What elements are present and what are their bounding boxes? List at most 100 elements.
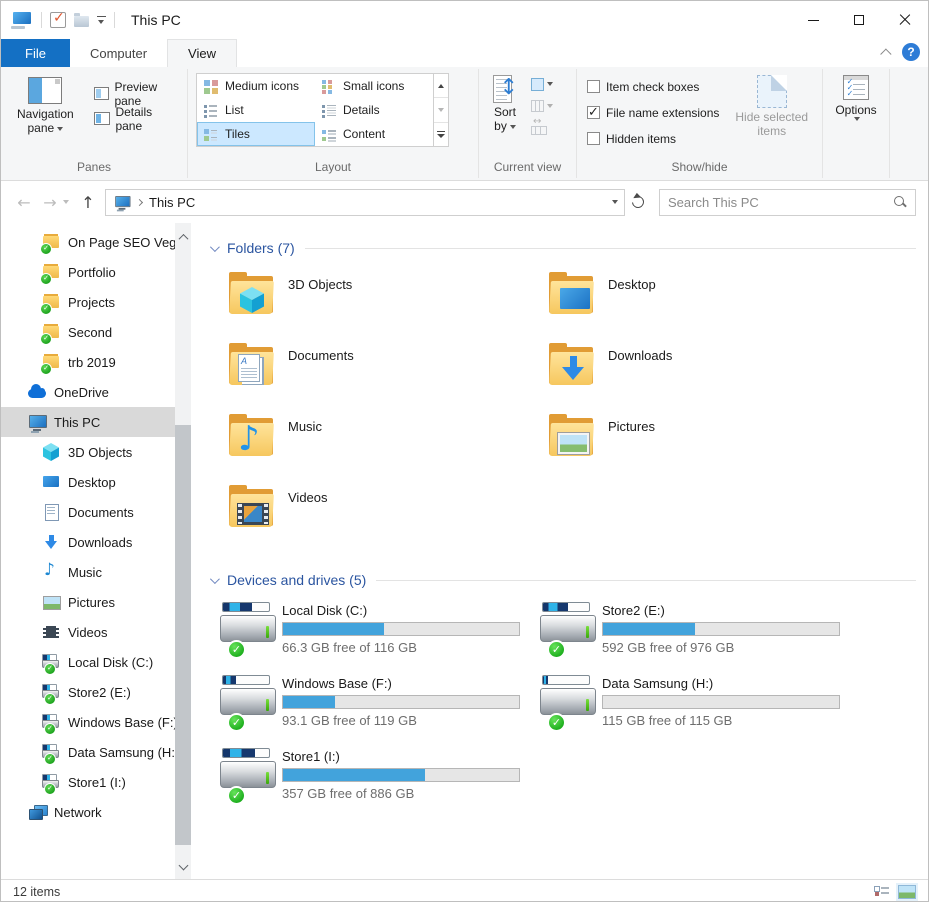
size-columns-button[interactable] — [531, 119, 553, 137]
add-columns-button[interactable] — [531, 97, 553, 115]
address-box[interactable]: This PC — [105, 189, 625, 216]
sidebar-item[interactable]: 3D Objects — [1, 437, 175, 467]
drive-tile[interactable]: Store1 (I:) 357 GB free of 886 GB — [218, 745, 538, 818]
folder-tile[interactable]: Desktop — [548, 271, 868, 342]
sort-by-button[interactable]: ↕ Sort by — [487, 73, 523, 135]
show-hide-checkbox[interactable]: Hidden items — [587, 127, 719, 150]
minimize-button[interactable] — [790, 1, 836, 39]
layout-option[interactable]: Details — [315, 98, 433, 122]
drives-section-header[interactable]: Devices and drives (5) — [210, 569, 920, 591]
breadcrumb-chevron-icon[interactable] — [136, 198, 143, 205]
gallery-more-button[interactable] — [434, 123, 448, 146]
scroll-down-button[interactable] — [175, 859, 191, 875]
details-view-button[interactable] — [874, 885, 890, 899]
cube-glyph-icon — [240, 287, 264, 313]
sidebar-item[interactable]: Second — [1, 317, 175, 347]
drive-tile[interactable]: Data Samsung (H:) 115 GB free of 115 GB — [538, 672, 858, 745]
folder-tile[interactable]: Documents — [228, 342, 548, 413]
gallery-scroll-down[interactable] — [434, 98, 448, 122]
back-button[interactable]: ← — [11, 193, 37, 212]
help-button[interactable]: ? — [902, 43, 920, 61]
section-title[interactable]: Folders (7) — [227, 240, 295, 256]
sidebar-item[interactable]: trb 2019 — [1, 347, 175, 377]
sidebar-item[interactable]: Pictures — [1, 587, 175, 617]
layout-option[interactable]: Tiles — [197, 122, 315, 146]
section-title[interactable]: Devices and drives (5) — [227, 572, 366, 588]
sidebar-item[interactable]: Documents — [1, 497, 175, 527]
sidebar-item[interactable]: Music — [1, 557, 175, 587]
sidebar-item[interactable]: This PC — [1, 407, 175, 437]
close-button[interactable] — [882, 1, 928, 39]
scrollbar-thumb[interactable] — [175, 425, 191, 845]
sidebar-item[interactable]: Portfolio — [1, 257, 175, 287]
contentv-icon — [321, 127, 337, 142]
layout-option[interactable]: Medium icons — [197, 74, 315, 98]
show-hide-checkbox[interactable]: Item check boxes — [587, 75, 719, 98]
folder-tile[interactable]: 3D Objects — [228, 271, 548, 342]
collapse-ribbon-icon[interactable] — [880, 48, 891, 59]
gallery-scroll-up[interactable] — [434, 74, 448, 98]
drive-icon — [538, 672, 600, 734]
chevron-down-icon[interactable] — [210, 574, 220, 584]
folders-section-header[interactable]: Folders (7) — [210, 237, 920, 259]
preview-pane-button[interactable]: Preview pane — [88, 81, 187, 106]
recent-locations-icon[interactable] — [63, 200, 69, 204]
layout-option[interactable]: Content — [315, 122, 433, 146]
sidebar-item[interactable]: Desktop — [1, 467, 175, 497]
options-icon — [843, 75, 869, 100]
maximize-button[interactable] — [836, 1, 882, 39]
sidebar-item[interactable]: Videos — [1, 617, 175, 647]
search-input[interactable] — [668, 195, 893, 210]
window-title: This PC — [131, 12, 181, 28]
sidebar-item[interactable]: Downloads — [1, 527, 175, 557]
new-folder-icon[interactable] — [74, 16, 89, 27]
thumbnail-view-button[interactable] — [898, 885, 916, 899]
checkbox-icon[interactable] — [587, 106, 600, 119]
folder-tile[interactable]: Videos — [228, 484, 548, 555]
folder-tile[interactable]: Music — [228, 413, 548, 484]
layout-option[interactable]: Small icons — [315, 74, 433, 98]
show-hide-checkbox[interactable]: File name extensions — [587, 101, 719, 124]
free-space-text: 115 GB free of 115 GB — [602, 713, 840, 728]
layout-option[interactable]: List — [197, 98, 315, 122]
dropdown-caret-icon — [510, 125, 516, 129]
drive-tile[interactable]: Store2 (E:) 592 GB free of 976 GB — [538, 599, 858, 672]
checkbox-icon[interactable] — [587, 132, 600, 145]
checkbox-icon[interactable] — [587, 80, 600, 93]
chevron-down-icon[interactable] — [210, 242, 220, 252]
sidebar-item[interactable]: Local Disk (C:) — [1, 647, 175, 677]
up-button[interactable]: ↑ — [75, 193, 101, 212]
ribbon-tab[interactable]: File — [1, 39, 70, 67]
forward-button[interactable]: → — [37, 193, 63, 212]
breadcrumb-location[interactable]: This PC — [149, 195, 195, 210]
sidebar-item[interactable]: Store2 (E:) — [1, 677, 175, 707]
sidebar-item[interactable]: Projects — [1, 287, 175, 317]
sidebar-item[interactable]: Data Samsung (H:) — [1, 737, 175, 767]
sidebar-item[interactable]: Network — [1, 797, 175, 827]
medium-icon — [203, 79, 219, 94]
sidebar-scrollbar[interactable] — [175, 223, 191, 879]
chevron-up-icon — [178, 233, 188, 243]
drive-tile[interactable]: Windows Base (F:) 93.1 GB free of 119 GB — [218, 672, 538, 745]
options-button[interactable]: Options — [829, 73, 882, 123]
search-box[interactable] — [659, 189, 916, 216]
address-dropdown[interactable] — [602, 200, 624, 204]
drive-tile[interactable]: Local Disk (C:) 66.3 GB free of 116 GB — [218, 599, 538, 672]
ribbon-tab[interactable]: View — [167, 39, 237, 67]
folder-tile[interactable]: Pictures — [548, 413, 868, 484]
ribbon-tab[interactable]: Computer — [70, 39, 167, 67]
sidebar-item[interactable]: Store1 (I:) — [1, 767, 175, 797]
refresh-button[interactable] — [625, 189, 651, 216]
sidebar-item[interactable]: Windows Base (F:) — [1, 707, 175, 737]
sidebar-item[interactable]: OneDrive — [1, 377, 175, 407]
folders-grid: 3D Objects Desktop — [210, 259, 920, 555]
pic-glyph-icon — [558, 433, 589, 454]
navigation-pane-button[interactable]: Navigation pane — [11, 75, 80, 137]
scroll-up-button[interactable] — [175, 229, 191, 245]
group-by-button[interactable] — [531, 75, 553, 93]
sidebar-item[interactable]: On Page SEO Veg — [1, 227, 175, 257]
customize-quick-access-icon[interactable] — [97, 16, 106, 24]
details-pane-button[interactable]: Details pane — [88, 106, 187, 131]
folder-tile[interactable]: Downloads — [548, 342, 868, 413]
properties-icon[interactable] — [50, 12, 66, 28]
